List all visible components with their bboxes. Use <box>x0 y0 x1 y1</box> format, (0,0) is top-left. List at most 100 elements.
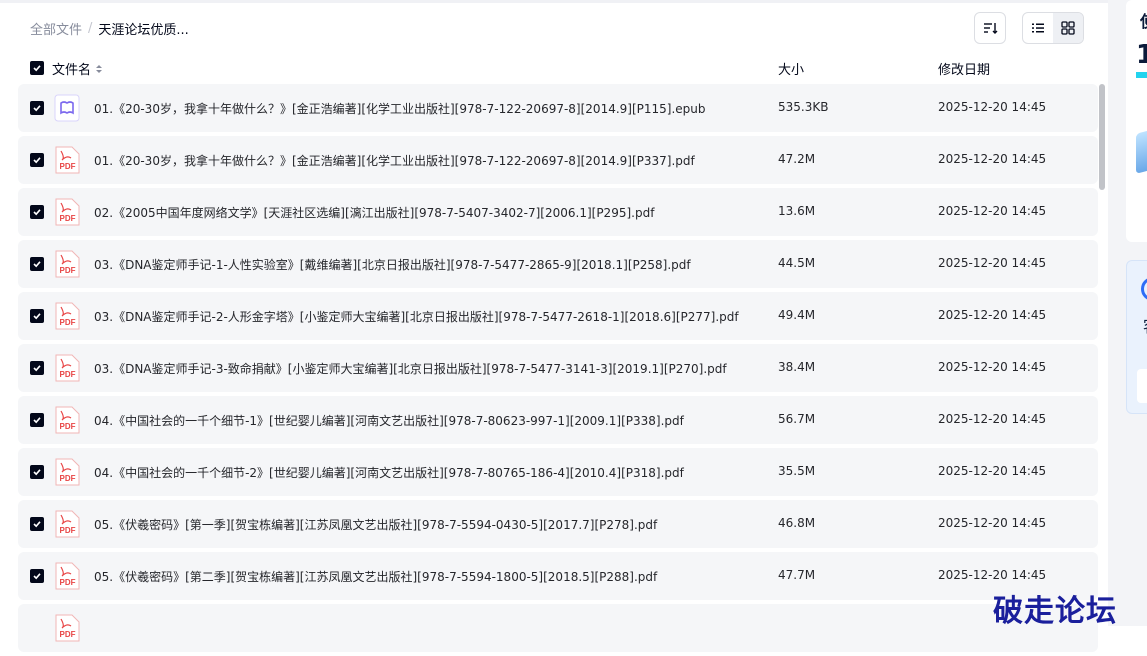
table-row[interactable]: PDF <box>18 604 1098 652</box>
svg-text:PDF: PDF <box>60 630 76 639</box>
file-size: 46.8M <box>778 516 816 530</box>
svg-text:PDF: PDF <box>60 266 76 275</box>
table-row[interactable]: PDF 03.《DNA鉴定师手记-1-人性实验室》[戴维编著][北京日报出版社][… <box>18 240 1098 288</box>
file-size: 35.5M <box>778 464 816 478</box>
file-modified-date: 2025-12-20 14:45 <box>938 100 1047 114</box>
row-checkbox[interactable] <box>30 413 44 427</box>
column-header-date[interactable]: 修改日期 <box>938 59 990 78</box>
side-promo-illustration <box>1136 130 1147 174</box>
checkmark-icon <box>33 209 41 216</box>
epub-file-icon <box>54 94 80 122</box>
side-promo-digit: 1 <box>1136 40 1147 70</box>
pdf-file-icon: PDF <box>54 562 80 590</box>
file-name[interactable]: 05.《伏羲密码》[第二季][贺宝栋编著][江苏凤凰文艺出版社][978-7-5… <box>94 568 657 585</box>
select-all-checkbox[interactable] <box>30 61 44 75</box>
breadcrumb: 全部文件 / 天涯论坛优质... <box>30 18 189 38</box>
file-size: 38.4M <box>778 360 816 374</box>
file-modified-date: 2025-12-20 14:45 <box>938 464 1047 478</box>
file-name[interactable]: 03.《DNA鉴定师手记-3-致命捐献》[小鉴定师大宝编著][北京日报出版社][… <box>94 360 727 377</box>
svg-text:PDF: PDF <box>60 422 76 431</box>
checkmark-icon <box>33 313 41 320</box>
svg-text:PDF: PDF <box>60 474 76 483</box>
client-logo-icon <box>1141 277 1147 301</box>
scrollbar-thumb[interactable] <box>1099 84 1105 190</box>
file-size: 49.4M <box>778 308 816 322</box>
grid-view-button[interactable] <box>1053 13 1083 43</box>
row-checkbox[interactable] <box>30 309 44 323</box>
file-browser: 全部文件 / 天涯论坛优质... 文件名 大小 修改日期 01.《20-30岁，… <box>0 0 1108 652</box>
view-toggle-group <box>1022 12 1084 44</box>
checkmark-icon <box>33 469 41 476</box>
pdf-file-icon: PDF <box>54 458 80 486</box>
breadcrumb-current-folder: 天涯论坛优质... <box>98 22 189 38</box>
checkmark-icon <box>33 105 41 112</box>
file-name[interactable]: 05.《伏羲密码》[第一季][贺宝栋编著][江苏凤凰文艺出版社][978-7-5… <box>94 516 657 533</box>
pdf-file-icon: PDF <box>54 614 80 642</box>
file-size: 535.3KB <box>778 100 829 114</box>
breadcrumb-root-link[interactable]: 全部文件 <box>30 19 82 38</box>
column-header-size[interactable]: 大小 <box>778 59 804 78</box>
row-checkbox[interactable] <box>30 517 44 531</box>
pdf-file-icon: PDF <box>54 250 80 278</box>
row-checkbox[interactable] <box>30 361 44 375</box>
checkmark-icon <box>33 157 41 164</box>
grid-view-icon <box>1061 21 1075 35</box>
file-modified-date: 2025-12-20 14:45 <box>938 412 1047 426</box>
table-row[interactable]: PDF 04.《中国社会的一千个细节-2》[世纪婴儿编著][河南文艺出版社][97… <box>18 448 1098 496</box>
file-name[interactable]: 01.《20-30岁，我拿十年做什么？》[金正浩编著][化学工业出版社][978… <box>94 100 706 117</box>
table-row[interactable]: PDF 02.《2005中国年度网络文学》[天涯社区选编][漓江出版社][978-… <box>18 188 1098 236</box>
list-view-icon <box>1032 23 1044 33</box>
row-checkbox[interactable] <box>30 257 44 271</box>
row-checkbox[interactable] <box>30 101 44 115</box>
table-row[interactable]: PDF 04.《中国社会的一千个细节-1》[世纪婴儿编著][河南文艺出版社][97… <box>18 396 1098 444</box>
table-header: 文件名 大小 修改日期 <box>30 56 1100 80</box>
pdf-file-icon: PDF <box>54 302 80 330</box>
row-checkbox[interactable] <box>30 569 44 583</box>
row-checkbox[interactable] <box>30 465 44 479</box>
file-modified-date: 2025-12-20 14:45 <box>938 360 1047 374</box>
checkmark-icon <box>33 65 41 72</box>
pdf-file-icon: PDF <box>54 510 80 538</box>
sort-icon <box>984 23 998 34</box>
sort-button[interactable] <box>974 12 1006 44</box>
side-client-text: 客 <box>1143 313 1147 337</box>
column-header-name[interactable]: 文件名 <box>52 59 104 78</box>
row-checkbox[interactable] <box>30 205 44 219</box>
side-promo-text: 使 <box>1140 8 1147 32</box>
side-client-button[interactable] <box>1137 369 1147 403</box>
file-name[interactable]: 03.《DNA鉴定师手记-1-人性实验室》[戴维编著][北京日报出版社][978… <box>94 256 691 273</box>
top-divider <box>0 0 1108 3</box>
pdf-file-icon: PDF <box>54 406 80 434</box>
watermark-logo: 破走论坛 <box>993 594 1117 629</box>
file-name[interactable]: 02.《2005中国年度网络文学》[天涯社区选编][漓江出版社][978-7-5… <box>94 204 654 221</box>
file-modified-date: 2025-12-20 14:45 <box>938 516 1047 530</box>
table-row[interactable]: 01.《20-30岁，我拿十年做什么？》[金正浩编著][化学工业出版社][978… <box>18 84 1098 132</box>
table-row[interactable]: PDF 01.《20-30岁，我拿十年做什么？》[金正浩编著][化学工业出版社][… <box>18 136 1098 184</box>
file-size: 44.5M <box>778 256 816 270</box>
breadcrumb-separator: / <box>88 20 93 36</box>
list-view-button[interactable] <box>1023 13 1053 43</box>
row-checkbox[interactable] <box>30 153 44 167</box>
checkmark-icon <box>33 417 41 424</box>
file-modified-date: 2025-12-20 14:45 <box>938 308 1047 322</box>
file-modified-date: 2025-12-20 14:45 <box>938 204 1047 218</box>
side-client-card[interactable]: 客 <box>1126 260 1147 414</box>
file-modified-date: 2025-12-20 14:45 <box>938 152 1047 166</box>
svg-text:PDF: PDF <box>60 162 76 171</box>
file-name[interactable]: 03.《DNA鉴定师手记-2-人形金字塔》[小鉴定师大宝编著][北京日报出版社]… <box>94 308 739 325</box>
file-name[interactable]: 04.《中国社会的一千个细节-2》[世纪婴儿编著][河南文艺出版社][978-7… <box>94 464 684 481</box>
column-header-name-label: 文件名 <box>52 63 92 78</box>
table-row[interactable]: PDF 03.《DNA鉴定师手记-2-人形金字塔》[小鉴定师大宝编著][北京日报出… <box>18 292 1098 340</box>
file-name[interactable]: 01.《20-30岁，我拿十年做什么？》[金正浩编著][化学工业出版社][978… <box>94 152 695 169</box>
table-row[interactable]: PDF 05.《伏羲密码》[第一季][贺宝栋编著][江苏凤凰文艺出版社][978-… <box>18 500 1098 548</box>
side-promo-card[interactable]: 使 1 <box>1126 0 1147 242</box>
pdf-file-icon: PDF <box>54 146 80 174</box>
svg-text:PDF: PDF <box>60 370 76 379</box>
checkmark-icon <box>33 573 41 580</box>
svg-text:PDF: PDF <box>60 318 76 327</box>
table-row[interactable]: PDF 03.《DNA鉴定师手记-3-致命捐献》[小鉴定师大宝编著][北京日报出版… <box>18 344 1098 392</box>
file-name[interactable]: 04.《中国社会的一千个细节-1》[世纪婴儿编著][河南文艺出版社][978-7… <box>94 412 684 429</box>
table-row[interactable]: PDF 05.《伏羲密码》[第二季][贺宝栋编著][江苏凤凰文艺出版社][978-… <box>18 552 1098 600</box>
svg-text:PDF: PDF <box>60 526 76 535</box>
file-size: 47.2M <box>778 152 816 166</box>
